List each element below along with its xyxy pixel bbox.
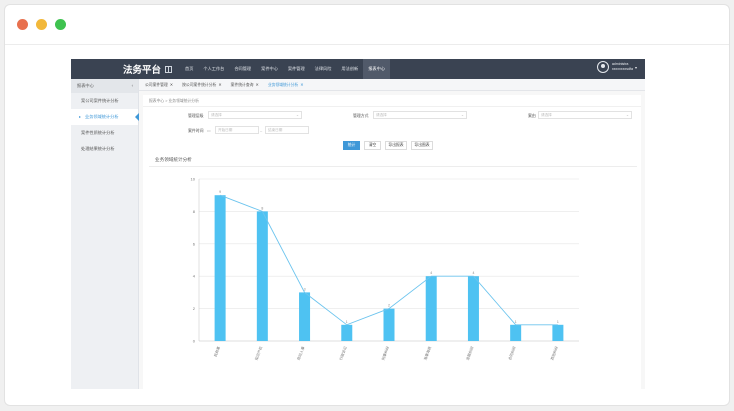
sidebar-header[interactable]: 报表中心 ‹ <box>71 79 138 93</box>
close-window-button[interactable] <box>17 19 28 30</box>
page-tabs: 公司案件管理 ✕ 按公司案件统计分析 ✕ 案件统计查询 ✕ 业务领域统计分析 ✕ <box>139 79 645 91</box>
filter-form: 管理层级 请选择 ⌄ 管理方式 请选择 ⌄ 案由 请选择 ⌄ 案件时间 ▭ 开始日期 … <box>143 107 641 150</box>
chart-bar <box>425 276 437 341</box>
user-account: xxxxxxxxsdfa <box>611 67 633 71</box>
y-tick-label: 0 <box>193 339 196 344</box>
nav-item-reports[interactable]: 报表中心 <box>363 59 390 79</box>
stat-button[interactable]: 统计 <box>343 141 360 150</box>
data-label: 8 <box>261 206 263 210</box>
data-label: 1 <box>346 320 348 324</box>
export-chart-button[interactable]: 导出图表 <box>411 141 433 150</box>
nav-item-workbench[interactable]: 个人工作台 <box>198 59 229 79</box>
filter-level-select[interactable]: 请选择 ⌄ <box>208 111 302 119</box>
filter-method-select[interactable]: 请选择 ⌄ <box>373 111 467 119</box>
clear-button[interactable]: 清空 <box>364 141 381 150</box>
x-tick-label: 行政诉讼 <box>338 345 348 361</box>
chevron-down-icon: ⌄ <box>295 113 299 117</box>
zoom-window-button[interactable] <box>55 19 66 30</box>
chart-bar <box>256 211 268 341</box>
minimize-window-button[interactable] <box>36 19 47 30</box>
sidebar: 报表中心 ‹ 案公司案件统计分析 业务领域统计分析 案件性质统计分析 处理结果统… <box>71 79 139 389</box>
y-tick-label: 8 <box>193 209 196 214</box>
x-tick-label: 合同纠纷 <box>507 345 517 361</box>
data-label: 9 <box>219 190 221 194</box>
chart-bar <box>467 276 479 341</box>
export-report-button[interactable]: 导出报表 <box>385 141 407 150</box>
sidebar-item-company-cases[interactable]: 案公司案件统计分析 <box>71 93 138 109</box>
menu-grid-icon[interactable] <box>165 65 173 73</box>
tab-company-cases[interactable]: 公司案件管理 ✕ <box>145 82 173 88</box>
chevron-down-icon: ▾ <box>634 64 637 70</box>
filter-label-cause: 案由 <box>528 113 536 118</box>
x-tick-label: 金融纠纷 <box>465 345 475 361</box>
chevron-down-icon: ⌄ <box>460 113 464 117</box>
filter-label-level: 管理层级 <box>188 113 204 118</box>
x-tick-label: 其他纠纷 <box>549 345 559 361</box>
chart-title: 业务领域统计分析 <box>149 153 637 167</box>
brand-title: 法务平台 <box>123 65 162 76</box>
y-tick-label: 2 <box>193 306 196 311</box>
y-tick-label: 10 <box>191 177 196 182</box>
data-label: 1 <box>557 320 559 324</box>
data-label: 4 <box>430 271 432 275</box>
x-tick-label: 知识产权 <box>254 345 264 361</box>
data-label: 1 <box>515 320 517 324</box>
x-tick-label: 劳动人事 <box>296 345 306 361</box>
data-label: 2 <box>388 304 390 308</box>
calendar-icon: ▭ <box>207 128 211 133</box>
sidebar-header-label: 报表中心 <box>77 83 94 88</box>
filter-cause-select[interactable]: 请选择 ⌄ <box>538 111 632 119</box>
close-tab-icon: ✕ <box>300 81 304 87</box>
close-tab-icon: ✕ <box>255 81 259 87</box>
start-date-input[interactable]: 开始日期 <box>215 126 259 134</box>
date-separator: – <box>260 128 263 133</box>
chart-bar <box>510 324 522 341</box>
tab-company-case-stats[interactable]: 按公司案件统计分析 ✕ <box>182 82 222 88</box>
data-label: 4 <box>472 271 474 275</box>
end-date-input[interactable]: 结束日期 <box>265 126 309 134</box>
x-tick-label: 民商事 <box>213 345 222 357</box>
tab-case-query[interactable]: 案件统计查询 ✕ <box>231 82 259 88</box>
chart-bar <box>214 195 226 341</box>
y-tick-label: 6 <box>193 241 196 246</box>
close-tab-icon: ✕ <box>169 81 174 87</box>
chart-bar <box>341 324 353 341</box>
nav-item-contracts[interactable]: 合同管理 <box>229 59 256 79</box>
chart-panel: 业务领域统计分析 0 2 4 6 8 10 9 民商事 8 知识产权 3 劳动人事 1 行政诉讼 2 刑事纠纷… <box>149 153 637 389</box>
nav-item-case-management[interactable]: 案件管理 <box>283 59 310 79</box>
filter-label-method: 管理方式 <box>353 113 369 118</box>
chart-bar <box>552 324 564 341</box>
sidebar-item-results[interactable]: 处理结果统计分析 <box>71 141 138 157</box>
y-tick-label: 4 <box>193 274 196 279</box>
nav-item-innovation[interactable]: 用法创新 <box>336 59 363 79</box>
filter-label-date: 案件时间 <box>188 128 204 133</box>
window-titlebar <box>5 5 729 45</box>
chevron-left-icon: ‹ <box>131 83 133 88</box>
chart-bar <box>299 292 311 341</box>
top-navigation: 法务平台 首页 个人工作台 合同管理 案件中心 案件管理 法律风险 用法创新 报… <box>71 59 645 79</box>
user-avatar-icon <box>596 61 609 73</box>
nav-item-home[interactable]: 首页 <box>180 59 198 79</box>
breadcrumb: 报表中心 > 业务领域统计分析 <box>143 95 641 107</box>
chart-bar <box>383 308 395 341</box>
sidebar-item-case-nature[interactable]: 案件性质统计分析 <box>71 125 138 141</box>
bar-line-chart: 02468109民商事8知识产权3劳动人事1行政诉讼2刑事纠纷4海事海商4金融纠… <box>191 177 579 361</box>
chevron-down-icon: ⌄ <box>625 113 629 117</box>
x-tick-label: 刑事纠纷 <box>380 345 390 361</box>
nav-item-case-center[interactable]: 案件中心 <box>256 59 283 79</box>
user-menu[interactable]: administra xxxxxxxxsdfa ▾ <box>596 61 637 73</box>
app-frame: 法务平台 首页 个人工作台 合同管理 案件中心 案件管理 法律风险 用法创新 报… <box>71 59 645 389</box>
x-tick-label: 海事海商 <box>423 345 433 361</box>
close-tab-icon: ✕ <box>218 81 222 87</box>
nav-item-legal-risk[interactable]: 法律风险 <box>310 59 337 79</box>
main-content: 报表中心 > 业务领域统计分析 管理层级 请选择 ⌄ 管理方式 请选择 ⌄ 案由 请… <box>143 95 641 389</box>
sidebar-item-business-domain[interactable]: 业务领域统计分析 <box>71 109 139 125</box>
tab-business-domain[interactable]: 业务领域统计分析 ✕ <box>268 82 304 88</box>
